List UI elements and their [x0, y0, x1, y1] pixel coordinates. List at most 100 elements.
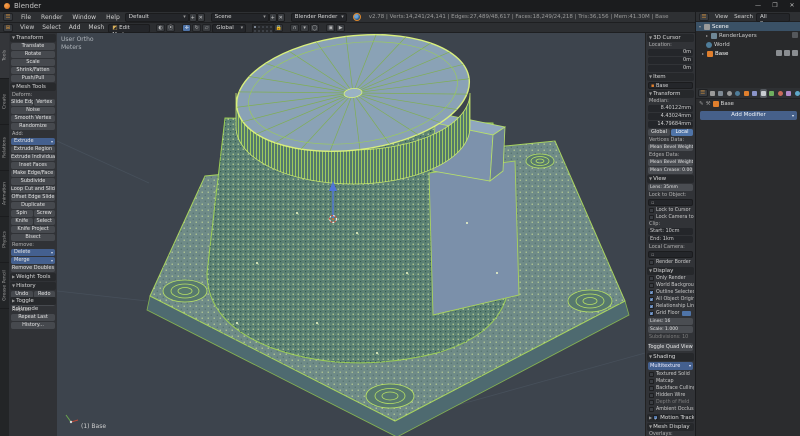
menu-help[interactable]: Help: [101, 12, 125, 23]
outliner-row-base[interactable]: ▸ Base: [696, 49, 800, 58]
depth-of-field-row[interactable]: Depth of Field: [647, 399, 694, 406]
tab-world[interactable]: [734, 89, 742, 98]
local-toggle[interactable]: Local: [671, 129, 693, 136]
tab-constraints[interactable]: [751, 89, 759, 98]
panel-transform[interactable]: ▼Transform: [10, 34, 56, 42]
panel-view[interactable]: ▼View: [647, 175, 694, 183]
panel-transform-n[interactable]: ▼Transform: [647, 90, 694, 98]
panel-mesh-display[interactable]: ▼Mesh Display: [647, 423, 694, 431]
lock-object-field[interactable]: ▫: [648, 199, 693, 206]
mean-crease-slider[interactable]: Mean Crease: 0.00: [648, 167, 693, 174]
info-editor-icon[interactable]: ☰: [3, 13, 13, 21]
translate-button[interactable]: Translate: [11, 43, 55, 50]
tab-material[interactable]: [777, 89, 785, 98]
manipulator-translate-icon[interactable]: ✛: [182, 24, 191, 32]
only-render-row[interactable]: Only Render: [647, 275, 694, 282]
lock-to-cursor-row[interactable]: Lock to Cursor: [647, 207, 694, 214]
tab-physics[interactable]: Physics: [0, 217, 9, 263]
tab-scene[interactable]: [726, 89, 734, 98]
delete-scene-button[interactable]: ✕: [277, 13, 285, 22]
tab-create[interactable]: Create: [0, 79, 9, 125]
tab-object[interactable]: [743, 89, 751, 98]
median-x-field[interactable]: 8.40122mm: [648, 105, 693, 112]
knife-select-button[interactable]: Select: [34, 218, 56, 225]
menu-window[interactable]: Window: [67, 12, 101, 23]
tab-grease-pencil[interactable]: Grease Pencil: [0, 263, 9, 309]
panel-3d-cursor[interactable]: ▼3D Cursor: [647, 34, 694, 42]
outliner-row-renderlayers[interactable]: ▸ RenderLayers: [696, 31, 800, 40]
loop-cut-slide-button[interactable]: Loop Cut and Slide: [11, 186, 55, 193]
all-object-origins-row[interactable]: All Object Origins: [647, 296, 694, 303]
panel-item[interactable]: ▼Item: [647, 73, 694, 81]
duplicate-button[interactable]: Duplicate: [11, 202, 55, 209]
lens-slider[interactable]: Lens: 35mm: [648, 184, 693, 191]
panel-history[interactable]: ▼History: [10, 282, 56, 290]
screw-button[interactable]: Screw: [34, 210, 56, 217]
visibility-eye-icon[interactable]: [776, 50, 782, 56]
subdivide-button[interactable]: Subdivide: [11, 178, 55, 185]
delete-layout-button[interactable]: ✕: [197, 13, 205, 22]
randomize-button[interactable]: Randomize: [11, 123, 55, 130]
renderlayer-toggle-icon[interactable]: [792, 32, 798, 38]
rotate-button[interactable]: Rotate: [11, 51, 55, 58]
screen-layout-dropdown[interactable]: Default▾: [125, 13, 189, 22]
push-pull-button[interactable]: Push/Pull: [11, 75, 55, 82]
grid-floor-row[interactable]: Grid Floor: [647, 310, 694, 317]
tab-render[interactable]: [709, 89, 717, 98]
opengl-render-icon[interactable]: ▣: [326, 24, 335, 32]
panel-mesh-tools[interactable]: ▼Mesh Tools: [10, 83, 56, 91]
minimize-button[interactable]: —: [750, 0, 766, 12]
proportional-edit-dropdown[interactable]: ◯: [310, 24, 319, 32]
cursor-y-field[interactable]: 0m: [648, 57, 693, 64]
spin-button[interactable]: Spin: [11, 210, 33, 217]
grid-lines-field[interactable]: Lines: 16: [648, 318, 693, 325]
panel-display[interactable]: ▼Display: [647, 267, 694, 275]
outliner-display-mode-dropdown[interactable]: All Scenes▾: [756, 13, 790, 22]
mean-bevel-weight2-slider[interactable]: Mean Bevel Weight: 0.00: [648, 159, 693, 166]
remove-doubles-button[interactable]: Remove Doubles: [11, 265, 55, 272]
world-background-row[interactable]: World Background: [647, 282, 694, 289]
opengl-render-anim-icon[interactable]: ▶: [336, 24, 345, 32]
make-edge-face-button[interactable]: Make Edge/Face: [11, 170, 55, 177]
matcap-row[interactable]: Matcap: [647, 378, 694, 385]
hidden-wire-row[interactable]: Hidden Wire: [647, 392, 694, 399]
lock-icon[interactable]: 🔒: [274, 24, 283, 32]
properties-editor-icon[interactable]: ☰: [698, 89, 708, 97]
scale-button[interactable]: Scale: [11, 59, 55, 66]
add-layout-button[interactable]: +: [189, 13, 197, 22]
clip-start-field[interactable]: Start: 10cm: [648, 228, 693, 235]
cursor-x-field[interactable]: 0m: [648, 49, 693, 56]
render-border-row[interactable]: Render Border: [647, 259, 694, 266]
viewport-shading-dropdown[interactable]: ◐: [156, 24, 165, 32]
manipulator-rotate-icon[interactable]: ↻: [192, 24, 201, 32]
lock-camera-row[interactable]: Lock Camera to View: [647, 214, 694, 221]
textured-solid-row[interactable]: Textured Solid: [647, 371, 694, 378]
maximize-button[interactable]: ❐: [767, 0, 783, 12]
relationship-lines-row[interactable]: Relationship Lines: [647, 303, 694, 310]
tab-render-layers[interactable]: [717, 89, 725, 98]
tab-data[interactable]: [768, 89, 776, 98]
median-z-field[interactable]: 14.79684mm: [648, 121, 693, 128]
outliner-row-scene[interactable]: ▾ Scene: [696, 22, 800, 31]
mean-bevel-weight-slider[interactable]: Mean Bevel Weight: 0.00: [648, 144, 693, 151]
close-button[interactable]: ✕: [784, 0, 800, 12]
delete-menu-button[interactable]: Delete▾: [11, 249, 55, 256]
manipulator-scale-icon[interactable]: ▱: [202, 24, 211, 32]
clip-end-field[interactable]: End: 1km: [648, 236, 693, 243]
tab-physics[interactable]: [794, 89, 800, 98]
menu-file[interactable]: File: [16, 12, 36, 23]
layers-widget[interactable]: [252, 24, 274, 32]
add-scene-button[interactable]: +: [269, 13, 277, 22]
median-y-field[interactable]: 4.43024mm: [648, 113, 693, 120]
tab-modifiers[interactable]: [760, 89, 768, 98]
renderability-camera-icon[interactable]: [792, 50, 798, 56]
tab-animation[interactable]: Animation: [0, 171, 9, 217]
local-camera-field[interactable]: ▫: [648, 251, 693, 258]
shading-mode-dropdown[interactable]: Multitexture▾: [648, 362, 693, 370]
panel-motion-tracking[interactable]: ▶Motion Tracking: [647, 414, 694, 422]
smooth-vertex-button[interactable]: Smooth Vertex: [11, 115, 55, 122]
backface-culling-row[interactable]: Backface Culling: [647, 385, 694, 392]
tab-tools[interactable]: Tools: [0, 33, 9, 79]
global-toggle[interactable]: Global: [648, 129, 670, 136]
panel-weight-tools[interactable]: ▶Weight Tools: [10, 273, 56, 281]
